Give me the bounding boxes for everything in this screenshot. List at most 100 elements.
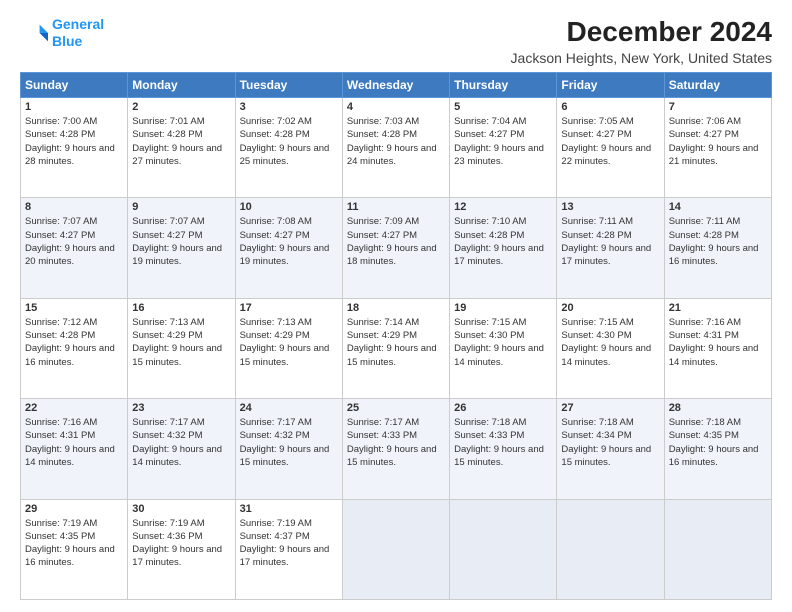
day-info: Sunrise: 7:03 AM Sunset: 4:28 PM Dayligh… [347,115,445,168]
sunrise-label: Sunrise: 7:09 AM [347,216,419,227]
day-info: Sunrise: 7:19 AM Sunset: 4:35 PM Dayligh… [25,517,123,570]
sunset-label: Sunset: 4:27 PM [669,129,739,140]
day-info: Sunrise: 7:05 AM Sunset: 4:27 PM Dayligh… [561,115,659,168]
sunrise-label: Sunrise: 7:14 AM [347,317,419,328]
sunrise-label: Sunrise: 7:16 AM [669,317,741,328]
day-number: 30 [132,503,230,515]
calendar-cell [342,499,449,599]
calendar-cell: 24 Sunrise: 7:17 AM Sunset: 4:32 PM Dayl… [235,399,342,499]
calendar-cell: 13 Sunrise: 7:11 AM Sunset: 4:28 PM Dayl… [557,198,664,298]
day-info: Sunrise: 7:00 AM Sunset: 4:28 PM Dayligh… [25,115,123,168]
day-number: 14 [669,201,767,213]
day-info: Sunrise: 7:07 AM Sunset: 4:27 PM Dayligh… [132,215,230,268]
sunset-label: Sunset: 4:31 PM [25,430,95,441]
sunset-label: Sunset: 4:34 PM [561,430,631,441]
daylight-label: Daylight: 9 hours and 15 minutes. [240,444,330,468]
sunset-label: Sunset: 4:29 PM [240,330,310,341]
day-info: Sunrise: 7:12 AM Sunset: 4:28 PM Dayligh… [25,316,123,369]
calendar-cell: 27 Sunrise: 7:18 AM Sunset: 4:34 PM Dayl… [557,399,664,499]
day-number: 22 [25,402,123,414]
day-number: 5 [454,101,552,113]
sunrise-label: Sunrise: 7:11 AM [669,216,741,227]
day-number: 16 [132,302,230,314]
calendar-cell: 28 Sunrise: 7:18 AM Sunset: 4:35 PM Dayl… [664,399,771,499]
day-number: 26 [454,402,552,414]
day-info: Sunrise: 7:07 AM Sunset: 4:27 PM Dayligh… [25,215,123,268]
calendar-cell [557,499,664,599]
sunset-label: Sunset: 4:28 PM [669,230,739,241]
day-number: 12 [454,201,552,213]
calendar-cell: 23 Sunrise: 7:17 AM Sunset: 4:32 PM Dayl… [128,399,235,499]
sunset-label: Sunset: 4:32 PM [132,430,202,441]
day-number: 9 [132,201,230,213]
sunset-label: Sunset: 4:27 PM [240,230,310,241]
calendar-cell: 20 Sunrise: 7:15 AM Sunset: 4:30 PM Dayl… [557,298,664,398]
sunrise-label: Sunrise: 7:19 AM [132,518,204,529]
sunrise-label: Sunrise: 7:19 AM [240,518,312,529]
day-number: 28 [669,402,767,414]
sunrise-label: Sunrise: 7:05 AM [561,116,633,127]
logo-line2: Blue [52,33,82,49]
logo-text: General Blue [52,16,104,50]
calendar-row-2: 15 Sunrise: 7:12 AM Sunset: 4:28 PM Dayl… [21,298,772,398]
calendar-cell [450,499,557,599]
calendar-row-3: 22 Sunrise: 7:16 AM Sunset: 4:31 PM Dayl… [21,399,772,499]
daylight-label: Daylight: 9 hours and 15 minutes. [347,444,437,468]
calendar-cell: 4 Sunrise: 7:03 AM Sunset: 4:28 PM Dayli… [342,98,449,198]
day-info: Sunrise: 7:01 AM Sunset: 4:28 PM Dayligh… [132,115,230,168]
day-info: Sunrise: 7:18 AM Sunset: 4:35 PM Dayligh… [669,416,767,469]
daylight-label: Daylight: 9 hours and 16 minutes. [25,544,115,568]
day-info: Sunrise: 7:18 AM Sunset: 4:34 PM Dayligh… [561,416,659,469]
day-info: Sunrise: 7:11 AM Sunset: 4:28 PM Dayligh… [669,215,767,268]
day-info: Sunrise: 7:04 AM Sunset: 4:27 PM Dayligh… [454,115,552,168]
day-number: 27 [561,402,659,414]
sunset-label: Sunset: 4:27 PM [347,230,417,241]
daylight-label: Daylight: 9 hours and 24 minutes. [347,143,437,167]
day-number: 10 [240,201,338,213]
daylight-label: Daylight: 9 hours and 15 minutes. [240,343,330,367]
daylight-label: Daylight: 9 hours and 21 minutes. [669,143,759,167]
daylight-label: Daylight: 9 hours and 14 minutes. [25,444,115,468]
sunrise-label: Sunrise: 7:13 AM [240,317,312,328]
calendar-header-monday: Monday [128,73,235,98]
sunrise-label: Sunrise: 7:18 AM [669,417,741,428]
sunset-label: Sunset: 4:29 PM [347,330,417,341]
day-number: 23 [132,402,230,414]
sunset-label: Sunset: 4:37 PM [240,531,310,542]
day-number: 4 [347,101,445,113]
daylight-label: Daylight: 9 hours and 15 minutes. [561,444,651,468]
sunset-label: Sunset: 4:31 PM [669,330,739,341]
sunrise-label: Sunrise: 7:04 AM [454,116,526,127]
calendar-row-1: 8 Sunrise: 7:07 AM Sunset: 4:27 PM Dayli… [21,198,772,298]
subtitle: Jackson Heights, New York, United States [511,50,772,66]
calendar-cell: 6 Sunrise: 7:05 AM Sunset: 4:27 PM Dayli… [557,98,664,198]
sunset-label: Sunset: 4:30 PM [561,330,631,341]
calendar-cell: 9 Sunrise: 7:07 AM Sunset: 4:27 PM Dayli… [128,198,235,298]
sunset-label: Sunset: 4:27 PM [25,230,95,241]
day-number: 6 [561,101,659,113]
sunset-label: Sunset: 4:27 PM [561,129,631,140]
sunset-label: Sunset: 4:28 PM [347,129,417,140]
day-info: Sunrise: 7:15 AM Sunset: 4:30 PM Dayligh… [561,316,659,369]
main-title: December 2024 [511,16,772,48]
daylight-label: Daylight: 9 hours and 14 minutes. [561,343,651,367]
calendar-header-sunday: Sunday [21,73,128,98]
daylight-label: Daylight: 9 hours and 27 minutes. [132,143,222,167]
day-info: Sunrise: 7:18 AM Sunset: 4:33 PM Dayligh… [454,416,552,469]
logo-icon [20,19,48,47]
sunrise-label: Sunrise: 7:17 AM [240,417,312,428]
sunset-label: Sunset: 4:27 PM [132,230,202,241]
day-info: Sunrise: 7:16 AM Sunset: 4:31 PM Dayligh… [669,316,767,369]
sunrise-label: Sunrise: 7:10 AM [454,216,526,227]
calendar-cell: 25 Sunrise: 7:17 AM Sunset: 4:33 PM Dayl… [342,399,449,499]
day-number: 18 [347,302,445,314]
sunrise-label: Sunrise: 7:07 AM [25,216,97,227]
daylight-label: Daylight: 9 hours and 23 minutes. [454,143,544,167]
sunset-label: Sunset: 4:29 PM [132,330,202,341]
sunrise-label: Sunrise: 7:13 AM [132,317,204,328]
sunset-label: Sunset: 4:28 PM [561,230,631,241]
calendar-cell: 30 Sunrise: 7:19 AM Sunset: 4:36 PM Dayl… [128,499,235,599]
day-info: Sunrise: 7:09 AM Sunset: 4:27 PM Dayligh… [347,215,445,268]
sunset-label: Sunset: 4:33 PM [454,430,524,441]
sunrise-label: Sunrise: 7:06 AM [669,116,741,127]
